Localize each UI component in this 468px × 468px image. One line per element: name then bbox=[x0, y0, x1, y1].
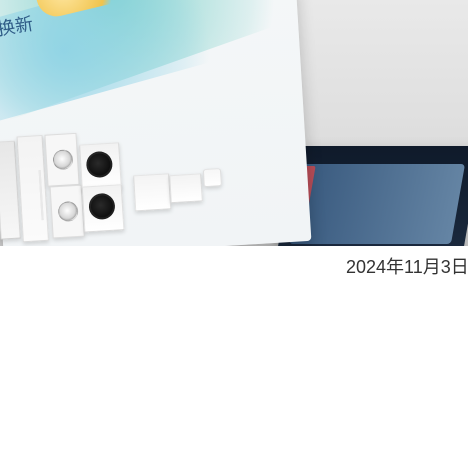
promo-leaflet: 换新 bbox=[0, 0, 344, 246]
small-appliance-a bbox=[133, 173, 172, 212]
leaflet-blue-wave bbox=[0, 0, 267, 122]
photo: 换新 bbox=[0, 0, 468, 246]
refrigerator-right-door bbox=[16, 134, 49, 243]
small-appliance-b bbox=[169, 173, 203, 204]
date-caption: 2024年11月3日 bbox=[346, 257, 468, 277]
dark-box-inner bbox=[288, 164, 466, 244]
small-appliance-c bbox=[202, 168, 222, 188]
